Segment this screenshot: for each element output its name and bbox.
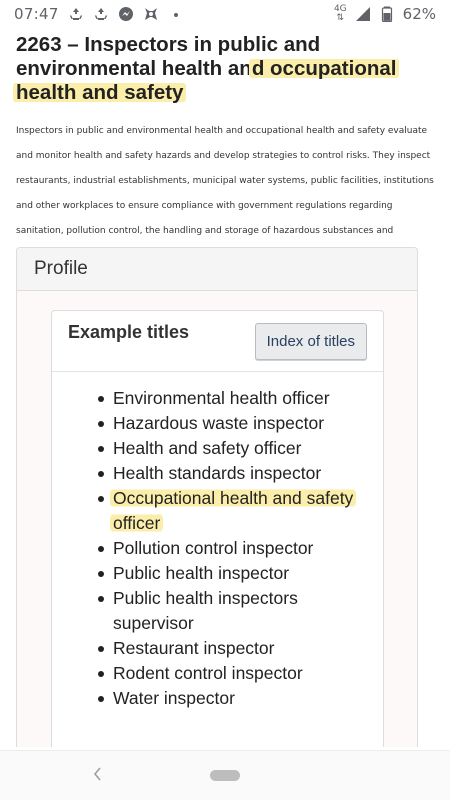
list-item: Environmental health officer — [98, 386, 383, 411]
back-icon[interactable] — [90, 764, 104, 784]
list-item-text: Health standards inspector — [113, 463, 322, 483]
list-item: Hazardous waste inspector — [98, 411, 383, 436]
messenger-icon — [118, 6, 134, 22]
profile-title: Profile — [34, 258, 88, 279]
signal-icon — [355, 6, 371, 22]
list-item: Public health inspectors supervisor — [98, 586, 383, 636]
example-titles-header: Example titles Index of titles — [52, 311, 383, 372]
list-item-text: Rodent control inspector — [113, 663, 303, 683]
list-item: Rodent control inspector — [98, 661, 383, 686]
list-item-text: Occupational health and safety officer — [110, 488, 357, 533]
navigation-bar — [0, 750, 450, 800]
list-item-text: Health and safety officer — [113, 438, 302, 458]
battery-icon — [379, 6, 395, 22]
status-bar: 07:47 4G ⇅ 62% — [0, 0, 450, 28]
profile-body: Example titles Index of titles Environme… — [17, 291, 417, 747]
dot-icon — [168, 6, 184, 22]
page-title: 2263 – Inspectors in public and environm… — [0, 28, 450, 105]
list-item: Public health inspector — [98, 561, 383, 586]
data-arrows-icon: ⇅ — [336, 13, 345, 23]
occupation-description: Inspectors in public and environmental h… — [16, 126, 434, 261]
list-item: Water inspector — [98, 686, 383, 711]
index-of-titles-button[interactable]: Index of titles — [254, 322, 367, 360]
example-titles-list: Environmental health officer Hazardous w… — [52, 372, 383, 711]
list-item: Health and safety officer — [98, 436, 383, 461]
list-item-text: Public health inspector — [113, 563, 290, 583]
status-time: 07:47 — [14, 5, 59, 23]
network-indicator: 4G ⇅ — [334, 5, 347, 23]
list-item-highlighted: Occupational health and safety officer — [98, 486, 383, 536]
recycle-icon — [68, 6, 84, 22]
example-titles-panel: Example titles Index of titles Environme… — [51, 310, 384, 747]
list-item: Restaurant inspector — [98, 636, 383, 661]
list-item-text: Water inspector — [113, 688, 235, 708]
example-titles-heading: Example titles — [68, 321, 190, 342]
home-pill[interactable] — [210, 770, 240, 781]
list-item-text: Hazardous waste inspector — [113, 413, 325, 433]
list-item-text: Pollution control inspector — [113, 538, 314, 558]
profile-header: Profile — [17, 248, 417, 291]
recycle-icon — [93, 6, 109, 22]
profile-card: Profile Example titles Index of titles E… — [16, 247, 418, 747]
page-content: 2263 – Inspectors in public and environm… — [0, 28, 450, 269]
list-item-text: Environmental health officer — [113, 388, 330, 408]
bug-icon — [143, 6, 159, 22]
list-item-text: Restaurant inspector — [113, 638, 275, 658]
battery-percentage: 62% — [402, 5, 436, 23]
list-item-text: Public health inspectors supervisor — [113, 588, 298, 633]
list-item: Health standards inspector — [98, 461, 383, 486]
list-item: Pollution control inspector — [98, 536, 383, 561]
